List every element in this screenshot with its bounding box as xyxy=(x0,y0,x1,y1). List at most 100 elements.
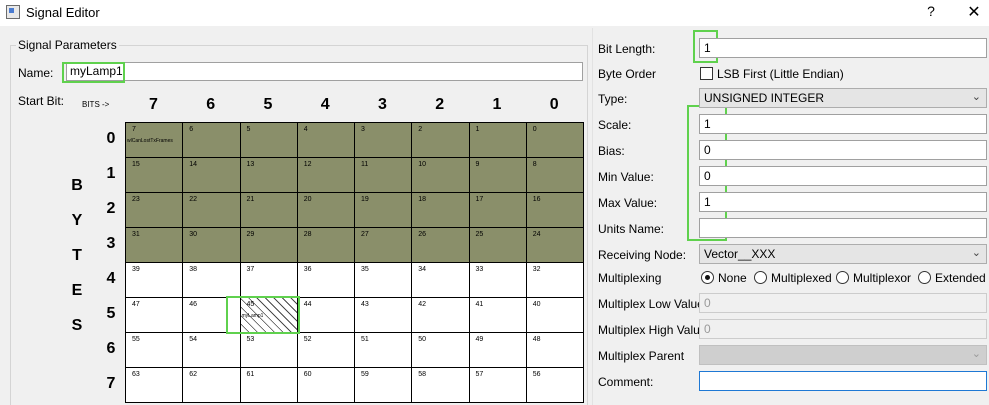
bit-header: 0 xyxy=(549,96,559,113)
comment-input[interactable] xyxy=(699,371,987,391)
bit-number: 60 xyxy=(303,371,312,378)
mux-low-input[interactable]: 0 xyxy=(699,293,987,313)
bit-cell[interactable]: 56 xyxy=(526,368,584,403)
bit-cell[interactable]: 32 xyxy=(526,263,584,298)
bit-cell[interactable]: 63 xyxy=(126,368,184,403)
bit-cell[interactable]: 54 xyxy=(183,333,241,368)
bit-cell[interactable]: 21 xyxy=(240,193,298,228)
bit-cell[interactable]: 23 xyxy=(126,193,184,228)
close-button[interactable]: ✕ xyxy=(966,2,982,22)
bit-cell[interactable]: 53 xyxy=(240,333,298,368)
bit-cell[interactable]: 57 xyxy=(469,368,527,403)
bit-cell[interactable]: 7 wlCanLostTxFrames xyxy=(126,123,184,158)
lsb-first-label[interactable]: LSB First (Little Endian) xyxy=(717,67,844,81)
bit-cell[interactable]: 2 xyxy=(412,123,470,158)
radio-extended-label[interactable]: Extended xyxy=(935,271,986,285)
bit-cell[interactable]: 31 xyxy=(126,228,184,263)
bit-cell[interactable]: 18 xyxy=(412,193,470,228)
bit-cell[interactable]: 50 xyxy=(412,333,470,368)
bit-cell[interactable]: 39 xyxy=(126,263,184,298)
bit-cell[interactable]: 42 xyxy=(412,298,470,333)
bit-cell[interactable]: 6 xyxy=(183,123,241,158)
max-value-input[interactable]: 1 xyxy=(699,192,987,212)
bit-cell[interactable]: 58 xyxy=(412,368,470,403)
bit-cell[interactable]: 14 xyxy=(183,158,241,193)
bit-cell[interactable]: 16 xyxy=(526,193,584,228)
bit-cell[interactable]: 0 xyxy=(526,123,584,158)
chevron-down-icon: ⌄ xyxy=(971,348,981,360)
radio-none-label[interactable]: None xyxy=(718,271,747,285)
bit-cell[interactable]: 13 xyxy=(240,158,298,193)
bit-cell[interactable]: 4 xyxy=(297,123,355,158)
bit-cell[interactable]: 62 xyxy=(183,368,241,403)
receiving-node-select[interactable]: Vector__XXX ⌄ xyxy=(699,244,987,264)
bit-cell[interactable]: 9 xyxy=(469,158,527,193)
bit-cell[interactable]: 61 xyxy=(240,368,298,403)
bit-cell[interactable]: 40 xyxy=(526,298,584,333)
bit-cell[interactable]: 33 xyxy=(469,263,527,298)
radio-none[interactable] xyxy=(701,271,714,284)
bit-cell[interactable]: 3 xyxy=(355,123,413,158)
bit-cell[interactable]: 60 xyxy=(297,368,355,403)
bit-cell[interactable]: 22 xyxy=(183,193,241,228)
bit-cell[interactable]: 20 xyxy=(297,193,355,228)
mux-parent-select[interactable]: ⌄ xyxy=(699,345,987,365)
bit-cell[interactable]: 17 xyxy=(469,193,527,228)
radio-multiplexed[interactable] xyxy=(754,271,767,284)
bit-cell[interactable]: 44 xyxy=(297,298,355,333)
bit-number: 61 xyxy=(246,371,255,378)
bit-cell[interactable]: 8 xyxy=(526,158,584,193)
bit-cell[interactable]: 55 xyxy=(126,333,184,368)
radio-multiplexor-label[interactable]: Multiplexor xyxy=(853,271,911,285)
lsb-first-checkbox[interactable] xyxy=(700,67,713,80)
bit-cell[interactable]: 36 xyxy=(297,263,355,298)
bit-number: 18 xyxy=(418,196,427,203)
bit-cell[interactable]: 29 xyxy=(240,228,298,263)
bit-cell[interactable]: 47 xyxy=(126,298,184,333)
bit-cell[interactable]: 41 xyxy=(469,298,527,333)
bit-length-input[interactable]: 1 xyxy=(699,38,987,58)
bit-cell[interactable]: 11 xyxy=(355,158,413,193)
bit-cell[interactable]: 59 xyxy=(355,368,413,403)
bit-layout-grid[interactable]: 7 wlCanLostTxFrames 6 5 4 3 2 1 0 15 14 13 12 11 10 9 8 2… xyxy=(125,122,584,403)
bit-cell[interactable]: 35 xyxy=(355,263,413,298)
help-button[interactable]: ? xyxy=(924,3,938,19)
bit-cell[interactable]: 10 xyxy=(412,158,470,193)
bit-cell[interactable]: 15 xyxy=(126,158,184,193)
bytes-letter: T xyxy=(72,247,82,264)
radio-extended[interactable] xyxy=(918,271,931,284)
scale-input[interactable]: 1 xyxy=(699,114,987,134)
bit-cell[interactable]: 26 xyxy=(412,228,470,263)
bit-cell[interactable]: 43 xyxy=(355,298,413,333)
bit-cell[interactable]: 34 xyxy=(412,263,470,298)
bit-cell[interactable]: 52 xyxy=(297,333,355,368)
panel-divider xyxy=(592,28,593,405)
bit-cell[interactable]: 19 xyxy=(355,193,413,228)
radio-multiplexed-label[interactable]: Multiplexed xyxy=(771,271,832,285)
bit-cell[interactable]: 51 xyxy=(355,333,413,368)
bit-number: 41 xyxy=(475,301,484,308)
bit-cell[interactable]: 48 xyxy=(526,333,584,368)
bit-cell[interactable]: 28 xyxy=(297,228,355,263)
bit-cell[interactable]: 5 xyxy=(240,123,298,158)
radio-multiplexor[interactable] xyxy=(836,271,849,284)
bit-cell[interactable]: 38 xyxy=(183,263,241,298)
bit-header: 6 xyxy=(206,96,216,113)
name-input[interactable]: myLamp1 xyxy=(66,62,583,81)
mux-high-input[interactable]: 0 xyxy=(699,319,987,339)
bit-cell[interactable]: 25 xyxy=(469,228,527,263)
bit-cell[interactable]: 12 xyxy=(297,158,355,193)
bit-cell[interactable]: 49 xyxy=(469,333,527,368)
min-value-input[interactable]: 0 xyxy=(699,166,987,186)
bias-input[interactable]: 0 xyxy=(699,140,987,160)
bit-cell[interactable]: 24 xyxy=(526,228,584,263)
bit-cell[interactable]: 30 xyxy=(183,228,241,263)
byte-number: 5 xyxy=(106,305,116,322)
bit-number: 52 xyxy=(303,336,312,343)
type-select[interactable]: UNSIGNED INTEGER ⌄ xyxy=(699,88,987,108)
bit-cell[interactable]: 37 xyxy=(240,263,298,298)
bit-cell[interactable]: 1 xyxy=(469,123,527,158)
units-name-input[interactable] xyxy=(699,218,987,238)
bit-number: 22 xyxy=(189,196,198,203)
bit-cell[interactable]: 27 xyxy=(355,228,413,263)
